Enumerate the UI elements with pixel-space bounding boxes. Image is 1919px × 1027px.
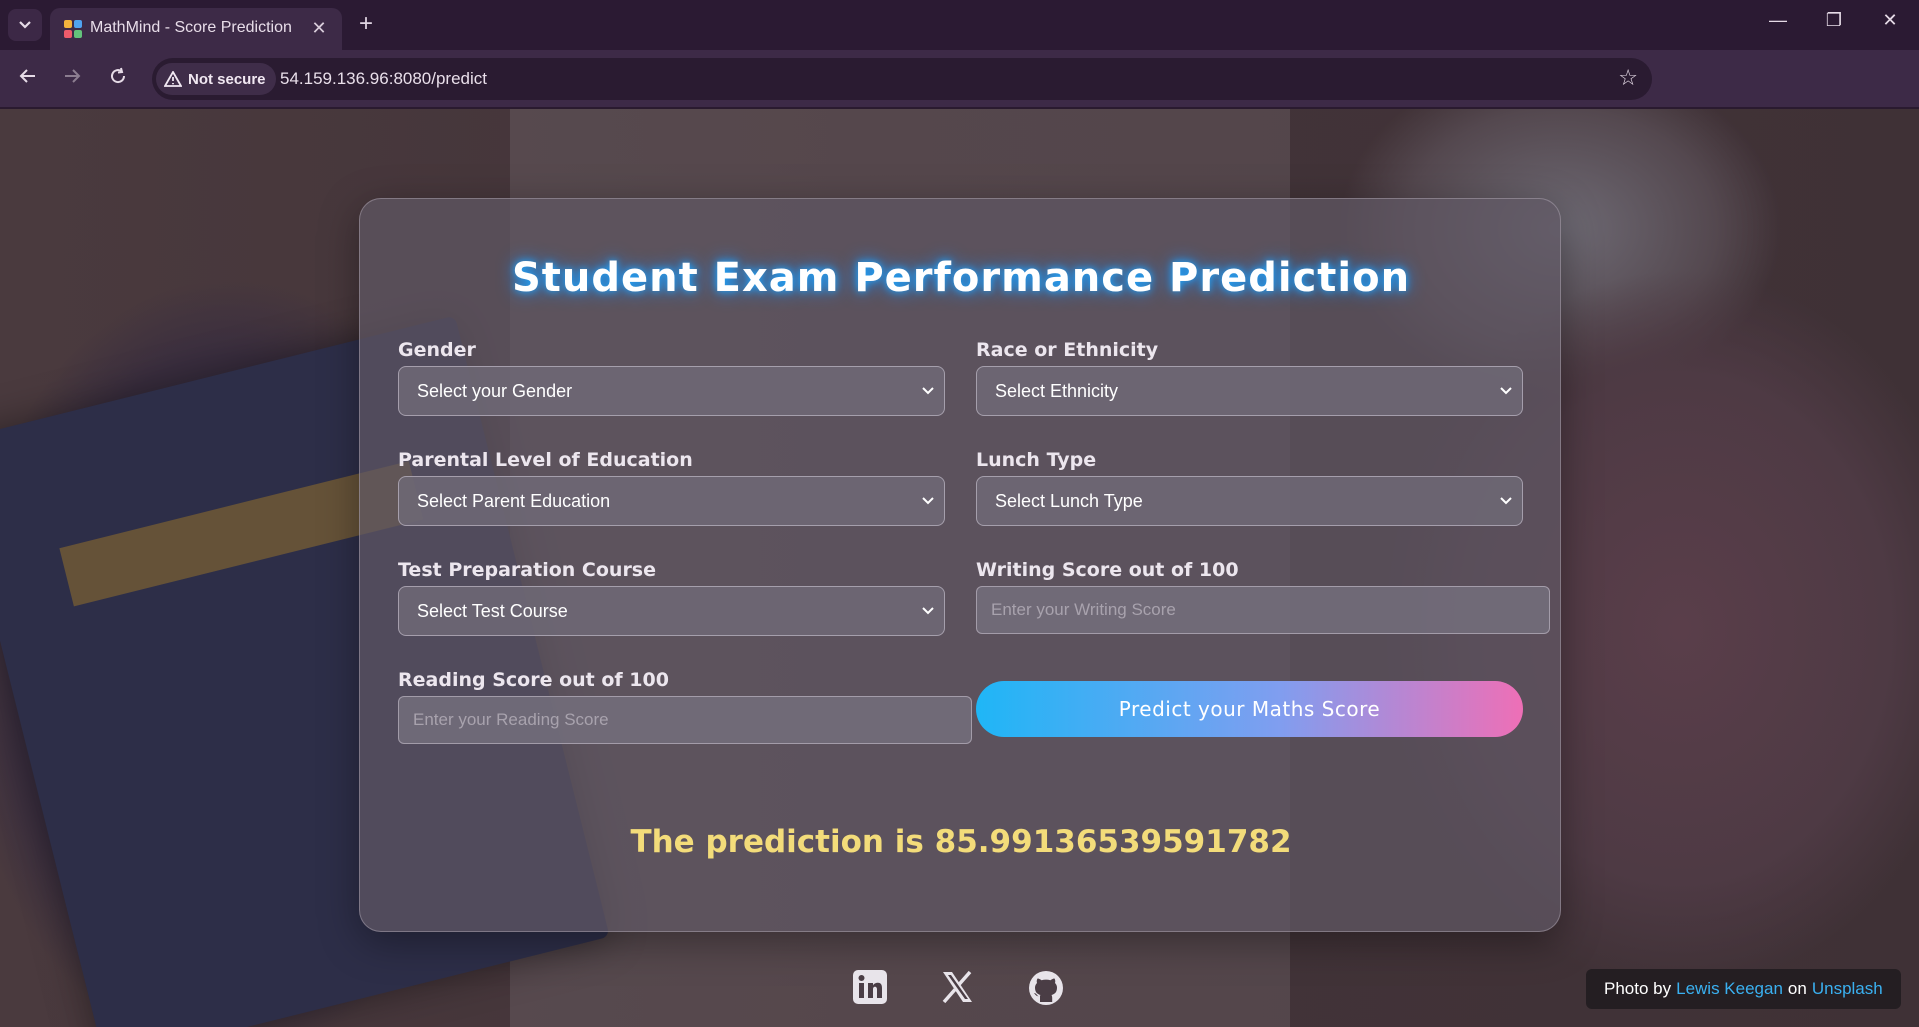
predict-button[interactable]: Predict your Maths Score [976,681,1523,737]
github-icon[interactable] [1027,969,1065,1007]
prediction-form-card: Student Exam Performance Prediction Gend… [359,198,1561,932]
lunch-select[interactable]: Select Lunch Type [976,476,1523,526]
test-course-select-value: Select Test Course [417,600,568,621]
parent-education-label: Parental Level of Education [398,449,693,471]
unsplash-link[interactable]: Unsplash [1812,979,1883,999]
back-icon[interactable] [14,65,42,93]
test-course-select[interactable]: Select Test Course [398,586,945,636]
lunch-field: Lunch Type Select Lunch Type [976,449,1523,526]
bookmark-star-icon[interactable]: ☆ [1618,65,1638,91]
chevron-down-icon [1500,497,1512,505]
parent-education-field: Parental Level of Education Select Paren… [398,449,945,526]
security-chip[interactable]: Not secure [156,63,276,95]
gender-field: Gender Select your Gender [398,339,945,416]
favicon-icon [64,20,82,38]
active-tab[interactable]: MathMind - Score Prediction ✕ [50,8,342,50]
linkedin-icon[interactable] [852,969,890,1007]
ethnicity-label: Race or Ethnicity [976,339,1159,361]
writing-score-field: Writing Score out of 100 Enter your Writ… [976,559,1550,634]
ethnicity-field: Race or Ethnicity Select Ethnicity [976,339,1523,416]
tab-close-icon[interactable]: ✕ [308,17,330,39]
reading-score-field: Reading Score out of 100 Enter your Read… [398,669,972,744]
page-background: Student Exam Performance Prediction Gend… [0,109,1919,1027]
address-bar[interactable]: Not secure 54.159.136.96:8080/predict ☆ [152,58,1652,100]
tab-bar: MathMind - Score Prediction ✕ + — ❐ ✕ [0,0,1919,50]
navigation-bar: Not secure 54.159.136.96:8080/predict ☆ … [0,50,1919,142]
chevron-down-icon [922,497,934,505]
writing-score-placeholder: Enter your Writing Score [991,600,1176,619]
chevron-down-icon [922,607,934,615]
test-course-label: Test Preparation Course [398,559,657,581]
ethnicity-select-value: Select Ethnicity [995,380,1119,401]
close-window-button[interactable]: ✕ [1870,10,1910,31]
lunch-select-value: Select Lunch Type [995,490,1143,511]
page-title: Student Exam Performance Prediction [511,255,1411,301]
test-course-field: Test Preparation Course Select Test Cour… [398,559,945,636]
restore-button[interactable]: ❐ [1814,10,1854,31]
writing-score-input[interactable]: Enter your Writing Score [976,586,1550,634]
prediction-result: The prediction is 85.99136539591782 [630,824,1292,860]
parent-education-select[interactable]: Select Parent Education [398,476,945,526]
chevron-down-icon [1500,387,1512,395]
ethnicity-select[interactable]: Select Ethnicity [976,366,1523,416]
warning-icon [164,71,182,87]
chevron-down-icon [19,21,31,29]
lunch-label: Lunch Type [976,449,1097,471]
tab-search-button[interactable] [8,9,42,41]
url-text[interactable]: 54.159.136.96:8080/predict [280,69,487,89]
writing-score-label: Writing Score out of 100 [976,559,1239,581]
photo-credit-prefix: Photo by [1604,979,1672,998]
tab-title: MathMind - Score Prediction [90,19,292,36]
photo-author-link[interactable]: Lewis Keegan [1676,979,1783,999]
photo-credit: Photo by Lewis Keegan on Unsplash [1586,969,1901,1009]
security-label: Not secure [188,70,266,88]
chevron-down-icon [922,387,934,395]
reading-score-input[interactable]: Enter your Reading Score [398,696,972,744]
x-icon[interactable] [939,969,977,1007]
minimize-button[interactable]: — [1758,10,1798,31]
forward-icon[interactable] [58,65,86,93]
reload-icon[interactable] [104,65,132,93]
gender-select[interactable]: Select your Gender [398,366,945,416]
photo-credit-middle: on [1787,979,1807,998]
gender-select-value: Select your Gender [417,380,573,401]
reading-score-label: Reading Score out of 100 [398,669,669,691]
gender-label: Gender [398,339,476,361]
parent-education-select-value: Select Parent Education [417,490,611,511]
new-tab-button[interactable]: + [352,11,380,37]
reading-score-placeholder: Enter your Reading Score [413,710,609,729]
